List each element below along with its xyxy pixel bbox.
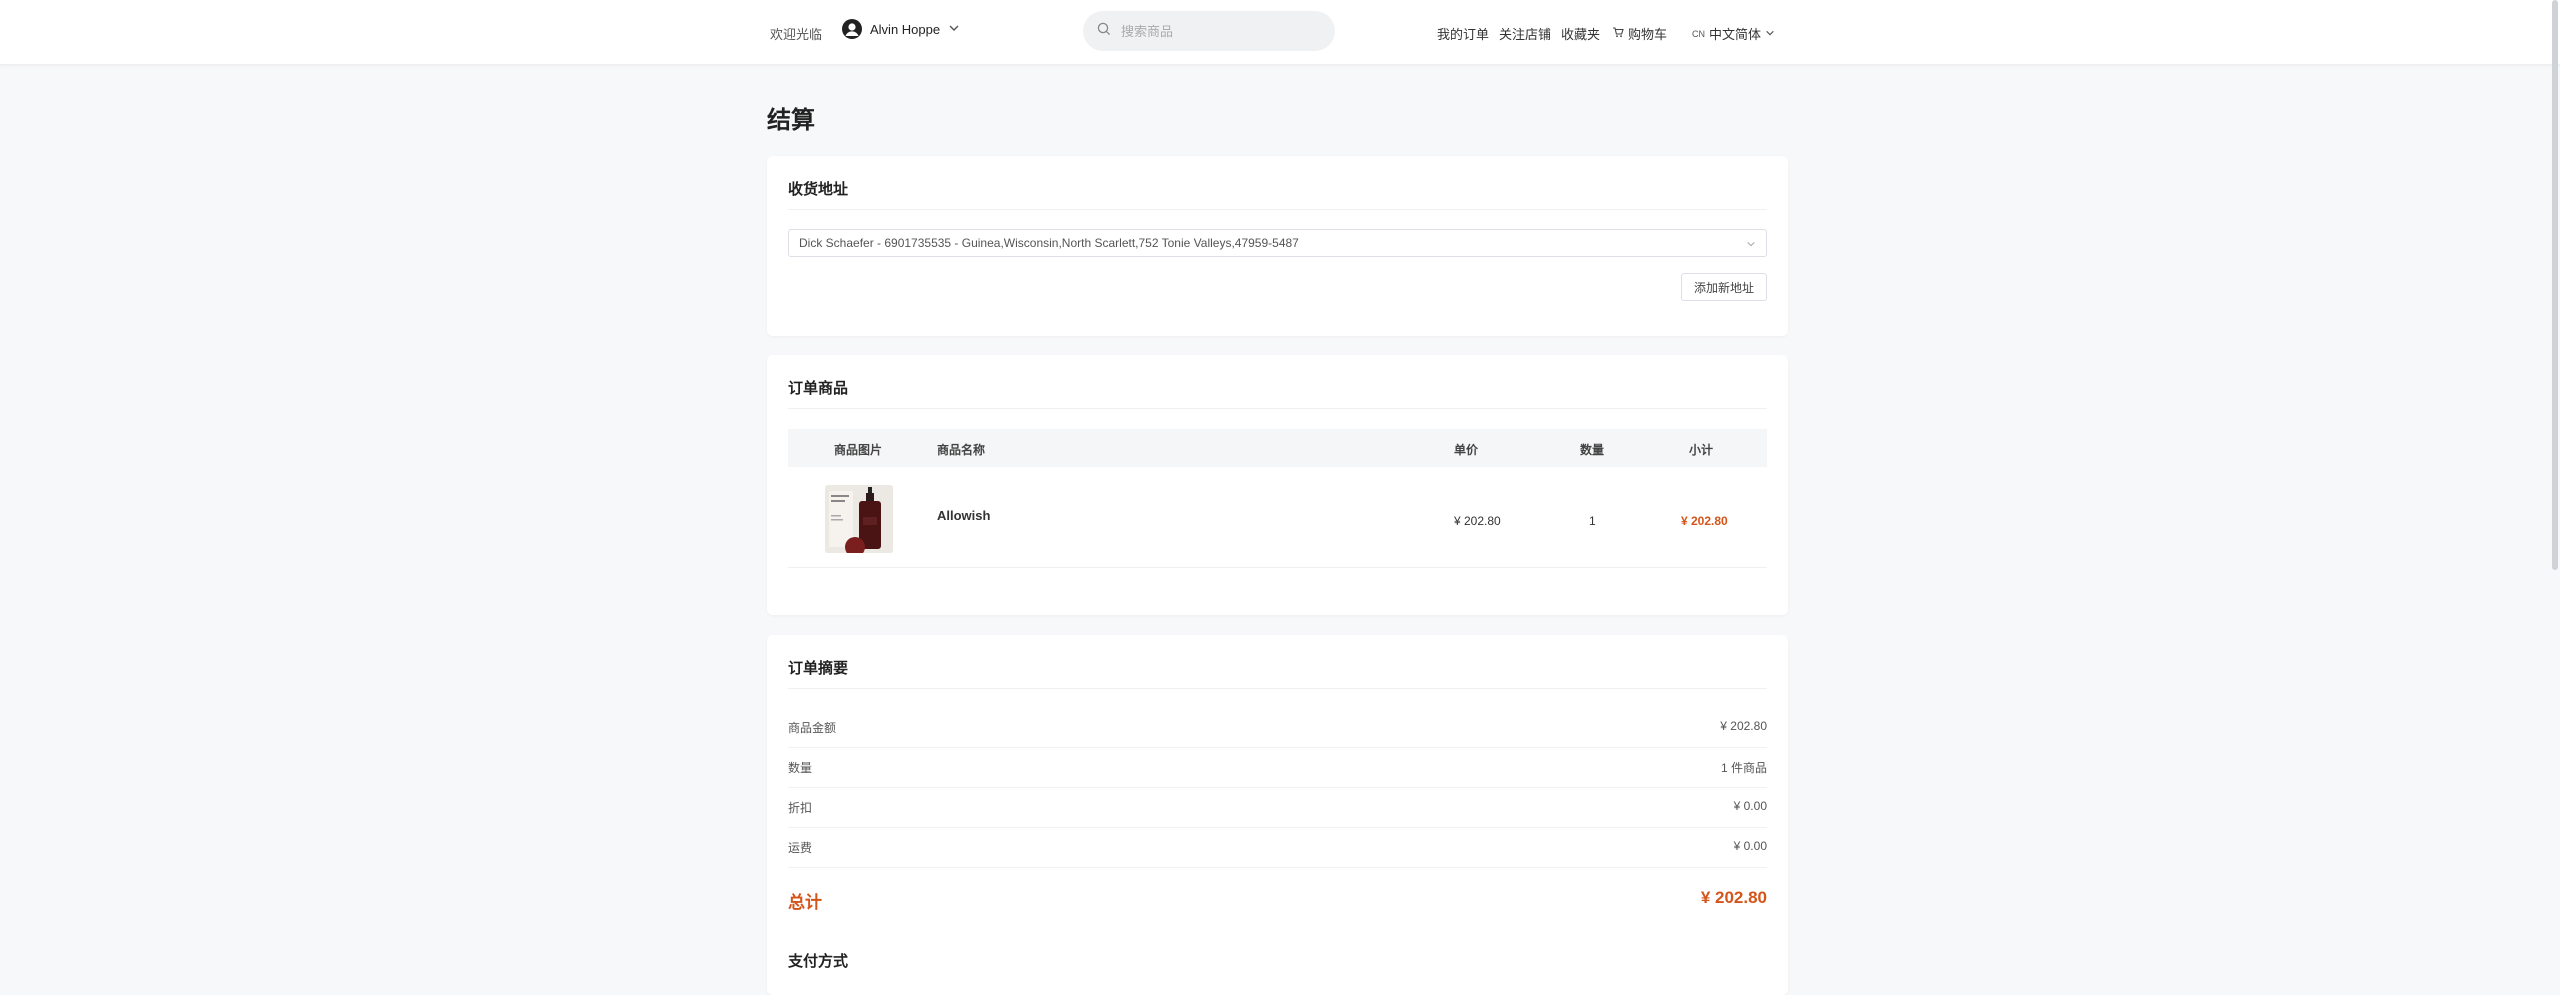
page-title: 结算 — [767, 107, 815, 134]
items-section-title: 订单商品 — [788, 380, 849, 397]
col-product-name: 商品名称 — [937, 443, 986, 457]
summary-value: ¥ 0.00 — [1733, 839, 1767, 853]
total-value: ¥ 202.80 — [1700, 888, 1767, 907]
cart-icon — [1612, 26, 1624, 41]
user-name: Alvin Hoppe — [870, 21, 941, 37]
table-row: Allowish ¥ 202.80 1 ¥ 202.80 — [788, 467, 1767, 568]
add-address-button[interactable]: 添加新地址 — [1680, 273, 1767, 301]
cart-label: 购物车 — [1628, 27, 1668, 42]
divider — [788, 688, 1767, 689]
summary-value: ¥ 202.80 — [1720, 719, 1767, 733]
total-label: 总计 — [788, 893, 822, 912]
summary-label: 商品金额 — [788, 721, 837, 735]
address-select[interactable]: Dick Schaefer - 6901735535 - Guinea,Wisc… — [788, 229, 1767, 257]
nav-my-orders[interactable]: 我的订单 — [1437, 24, 1489, 43]
welcome-text: 欢迎光临 — [770, 27, 823, 42]
nav-favorites[interactable]: 收藏夹 — [1561, 24, 1600, 43]
language-label: 中文简体 — [1709, 27, 1762, 42]
col-product-image: 商品图片 — [834, 443, 883, 457]
col-quantity: 数量 — [1580, 443, 1605, 457]
user-avatar-icon — [842, 19, 862, 39]
subtotal: ¥ 202.80 — [1681, 514, 1728, 528]
summary-label: 运费 — [788, 841, 813, 855]
language-code: CN — [1692, 28, 1705, 39]
chevron-down-icon — [948, 22, 960, 37]
summary-value: 1 件商品 — [1720, 761, 1767, 775]
summary-label: 数量 — [788, 761, 813, 775]
product-name[interactable]: Allowish — [937, 508, 990, 523]
col-unit-price: 单价 — [1454, 443, 1479, 457]
col-subtotal: 小计 — [1689, 443, 1714, 457]
address-section-title: 收货地址 — [788, 181, 849, 198]
quantity: 1 — [1589, 514, 1596, 528]
divider — [788, 209, 1767, 210]
nav-cart[interactable]: 购物车 — [1612, 24, 1667, 43]
chevron-down-icon — [1765, 26, 1775, 41]
product-image[interactable] — [825, 485, 893, 553]
search-box[interactable] — [1083, 11, 1335, 51]
search-input[interactable] — [1119, 22, 1303, 40]
summary-label: 折扣 — [788, 801, 813, 815]
order-items-card: 订单商品 商品图片 商品名称 单价 数量 小计 Allowish ¥ 202.8… — [767, 355, 1788, 615]
top-header: 欢迎光临 Alvin Hoppe 我的订单 关注店铺 收藏夹 购物车 CN 中文… — [0, 0, 2560, 65]
page-scrollbar[interactable] — [2552, 0, 2558, 570]
address-card: 收货地址 Dick Schaefer - 6901735535 - Guinea… — [767, 156, 1788, 336]
order-summary-card: 订单摘要 商品金额 ¥ 202.80 数量 1 件商品 折扣 ¥ 0.00 运费… — [767, 635, 1788, 995]
table-header: 商品图片 商品名称 单价 数量 小计 — [788, 429, 1767, 467]
summary-row-goods-amount: 商品金额 ¥ 202.80 — [788, 707, 1767, 748]
nav-followed-shops[interactable]: 关注店铺 — [1499, 24, 1551, 43]
summary-row-discount: 折扣 ¥ 0.00 — [788, 787, 1767, 828]
user-menu[interactable]: Alvin Hoppe — [842, 19, 960, 39]
summary-section-title: 订单摘要 — [788, 660, 849, 677]
summary-row-shipping: 运费 ¥ 0.00 — [788, 827, 1767, 868]
divider — [788, 408, 1767, 409]
summary-row-quantity: 数量 1 件商品 — [788, 747, 1767, 788]
search-icon — [1097, 22, 1111, 41]
language-selector[interactable]: CN 中文简体 — [1692, 24, 1775, 43]
summary-value: ¥ 0.00 — [1733, 799, 1767, 813]
chevron-down-icon — [1746, 238, 1756, 252]
payment-section-title: 支付方式 — [788, 953, 849, 970]
unit-price: ¥ 202.80 — [1454, 514, 1501, 528]
selected-address: Dick Schaefer - 6901735535 - Guinea,Wisc… — [799, 236, 1299, 250]
